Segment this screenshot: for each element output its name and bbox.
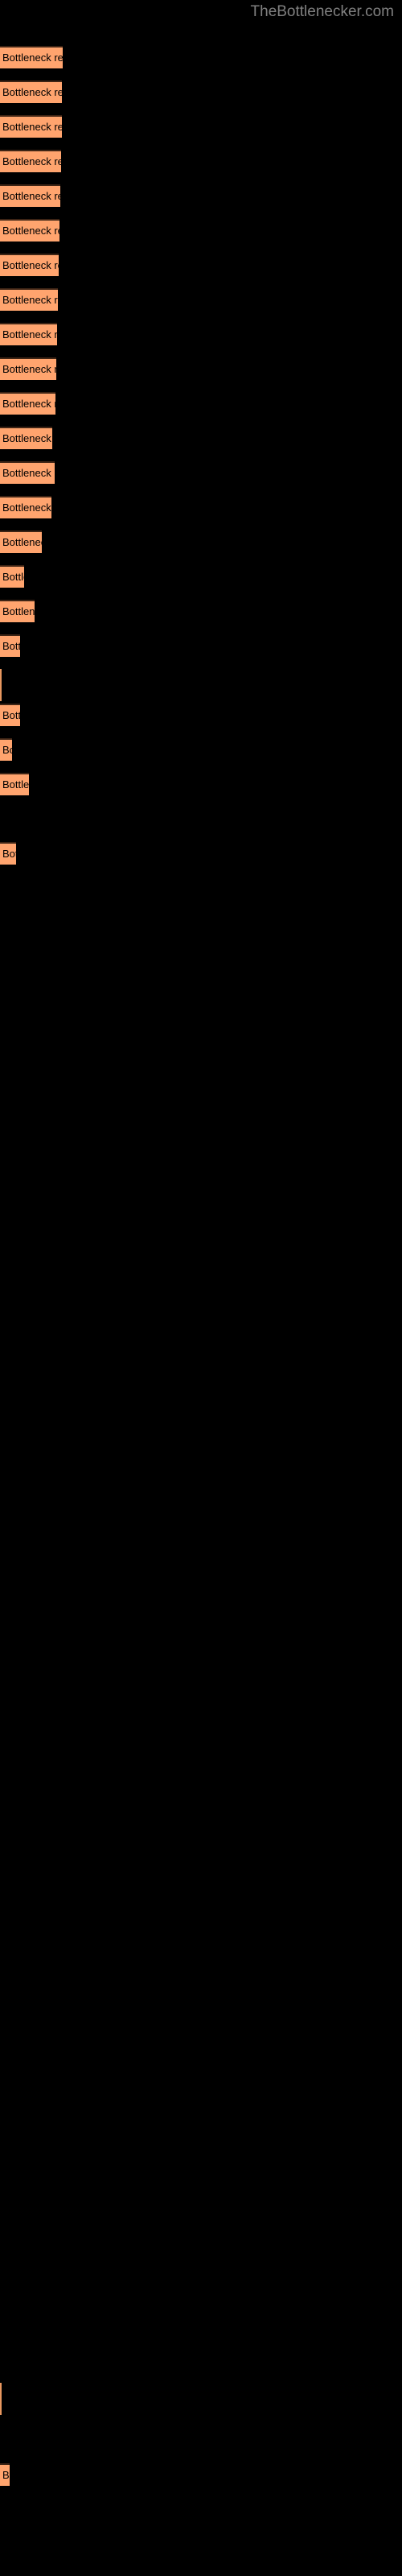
bar-label: Bottleneck result	[2, 502, 51, 514]
bar-3: Bottleneck result	[0, 115, 62, 138]
bottleneck-bar-chart: TheBottlenecker.com Bottleneck result Bot…	[0, 0, 402, 2576]
bar-label: Bottleneck result	[2, 432, 52, 444]
bar-1: Bottleneck result	[0, 46, 63, 68]
bar-19: Bottleneck result	[0, 669, 2, 701]
bar-12: Bottleneck result	[0, 427, 52, 449]
bar-label: Bottleneck result	[2, 571, 24, 583]
bar-label: Bottleneck result	[2, 259, 59, 271]
bar-label: Bottleneck result	[2, 190, 60, 202]
bar-label: Bottleneck result	[2, 2469, 10, 2481]
bar-14: Bottleneck result	[0, 496, 51, 518]
bar-label: Bottleneck result	[2, 328, 57, 341]
bar-11: Bottleneck result	[0, 392, 55, 415]
bar-20: Bottleneck result	[0, 704, 20, 726]
bar-26: Bottleneck result	[0, 2383, 2, 2415]
bar-7: Bottleneck result	[0, 254, 59, 276]
bar-24: Bottleneck result	[0, 842, 16, 865]
bar-label: Bottleneck result	[2, 709, 20, 721]
bar-label: Bottleneck result	[2, 467, 55, 479]
bar-4: Bottleneck result	[0, 150, 61, 172]
bar-13: Bottleneck result	[0, 461, 55, 484]
bar-21: Bottleneck result	[0, 738, 12, 761]
bar-15: Bottleneck result	[0, 530, 42, 553]
bar-22: Bottleneck result	[0, 773, 29, 795]
bar-16: Bottleneck result	[0, 565, 24, 588]
bar-label: Bottleneck result	[2, 398, 55, 410]
bar-label: Bottleneck result	[2, 848, 16, 860]
bar-10: Bottleneck result	[0, 357, 56, 380]
bar-label: Bottleneck result	[2, 294, 58, 306]
bar-label: Bottleneck result	[2, 778, 29, 791]
bar-17: Bottleneck result	[0, 600, 35, 622]
bar-label: Bottleneck result	[2, 121, 62, 133]
bar-2: Bottleneck result	[0, 80, 62, 103]
bar-6: Bottleneck result	[0, 219, 59, 242]
site-title: TheBottlenecker.com	[250, 3, 394, 20]
bar-label: Bottleneck result	[2, 52, 63, 64]
bar-label: Bottleneck result	[2, 744, 12, 756]
bar-27: Bottleneck result	[0, 2463, 10, 2486]
bar-label: Bottleneck result	[2, 225, 59, 237]
bar-8: Bottleneck result	[0, 288, 58, 311]
bar-label: Bottleneck result	[2, 605, 35, 617]
bar-5: Bottleneck result	[0, 184, 60, 207]
bar-label: Bottleneck result	[2, 536, 42, 548]
bar-label: Bottleneck result	[2, 155, 61, 167]
bar-label: Bottleneck result	[2, 86, 62, 98]
bar-18: Bottleneck result	[0, 634, 20, 657]
bar-9: Bottleneck result	[0, 323, 57, 345]
bar-label: Bottleneck result	[2, 640, 20, 652]
bar-label: Bottleneck result	[2, 363, 56, 375]
